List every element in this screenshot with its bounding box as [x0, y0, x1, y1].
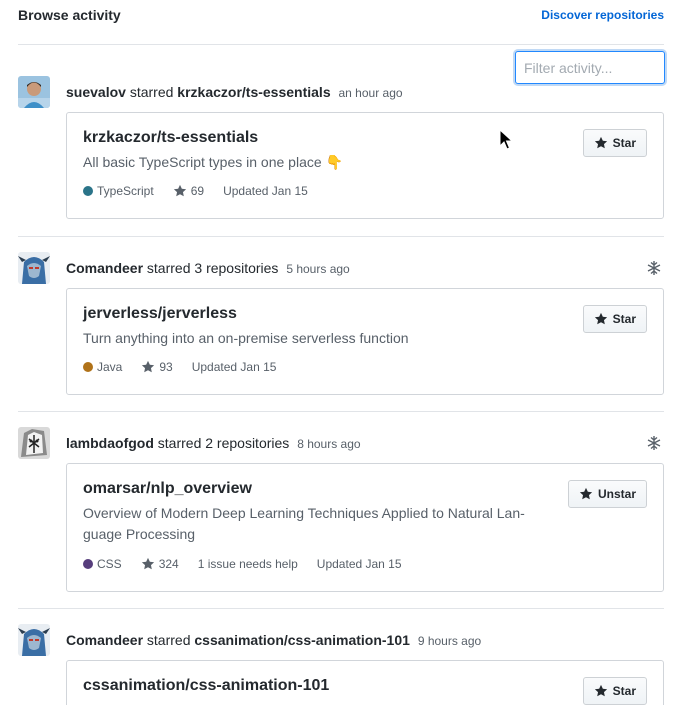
- star-icon: [142, 360, 155, 373]
- event-user-link[interactable]: Comandeer: [66, 632, 143, 648]
- event-description: suevalov starred krzkaczor/ts-essentials…: [66, 84, 403, 100]
- event-action: starred: [129, 84, 174, 100]
- repo-card: krzkaczor/ts-essentials All basic TypeSc…: [66, 112, 664, 219]
- repo-language: Java: [83, 360, 122, 374]
- event-target-link[interactable]: krzkaczor/ts-essentials: [177, 84, 330, 100]
- event-timestamp: an hour ago: [338, 86, 403, 100]
- mouse-cursor-icon: [499, 129, 513, 150]
- avatar[interactable]: [18, 624, 50, 656]
- star-icon: [141, 557, 154, 570]
- language-dot-icon: [83, 186, 93, 196]
- page-title: Browse activity: [18, 7, 121, 23]
- event-target-link: 3 repositories: [194, 260, 279, 276]
- repo-name-link[interactable]: krzkaczor/ts-essentials: [83, 129, 258, 147]
- unfold-icon[interactable]: [646, 260, 662, 276]
- event-description: Comandeer starred cssanimation/css-anima…: [66, 632, 481, 648]
- activity-event: lambdaofgod starred 2 repositories 8 hou…: [18, 423, 664, 609]
- event-timestamp: 5 hours ago: [286, 262, 350, 276]
- unfold-icon[interactable]: [646, 435, 662, 451]
- event-target-link[interactable]: cssanimation/css-animation-101: [194, 632, 410, 648]
- repo-language: CSS: [83, 557, 122, 571]
- repo-card: cssanimation/css-animation-101 Star: [66, 660, 664, 705]
- repo-name-link[interactable]: jerverless/jerverless: [83, 305, 237, 323]
- event-timestamp: 8 hours ago: [297, 437, 361, 451]
- star-icon: [173, 184, 186, 197]
- event-user-link[interactable]: suevalov: [66, 84, 126, 100]
- repo-language: TypeScript: [83, 184, 154, 198]
- star-icon: [594, 136, 607, 149]
- repo-meta: Java 93 Updated Jan 15: [83, 360, 276, 374]
- activity-header: Browse activity Discover repositories: [18, 0, 664, 45]
- event-target-link: 2 repositories: [205, 435, 290, 451]
- repo-updated: Updated Jan 15: [316, 557, 402, 571]
- star-button[interactable]: Star: [582, 677, 647, 705]
- repo-meta: TypeScript 69 Updated Jan 15: [83, 184, 308, 198]
- star-icon: [594, 312, 607, 325]
- avatar[interactable]: [18, 427, 50, 459]
- avatar[interactable]: [18, 76, 50, 108]
- event-action: starred: [146, 260, 191, 276]
- event-action: starred: [146, 632, 191, 648]
- repo-card: omarsar/nlp_overview Overview of Modern …: [66, 463, 664, 592]
- language-dot-icon: [83, 559, 93, 569]
- activity-event: Comandeer starred cssanimation/css-anima…: [18, 620, 664, 705]
- repo-name-link[interactable]: cssanimation/css-animation-101: [83, 677, 329, 695]
- repo-updated: Updated Jan 15: [191, 360, 277, 374]
- star-icon: [579, 487, 593, 500]
- star-button[interactable]: Star: [582, 305, 647, 333]
- event-timestamp: 9 hours ago: [417, 634, 482, 648]
- repo-card: jerverless/jerverless Turn anything into…: [66, 288, 664, 395]
- repo-stars[interactable]: 93: [141, 360, 173, 374]
- discover-repositories-link[interactable]: Discover repositories: [541, 8, 664, 22]
- event-user-link[interactable]: lambdaofgod: [66, 435, 154, 451]
- event-description: lambdaofgod starred 2 repositories 8 hou…: [66, 435, 361, 451]
- repo-description: All basic TypeScript types in one place …: [83, 154, 343, 170]
- event-action: starred: [157, 435, 202, 451]
- repo-description: Turn anything into an on-premise serverl…: [83, 330, 409, 346]
- event-user-link[interactable]: Comandeer: [66, 260, 143, 276]
- avatar[interactable]: [18, 252, 50, 284]
- help-wanted-issues-link[interactable]: 1 issue needs help: [198, 557, 298, 571]
- repo-name-link[interactable]: omarsar/nlp_overview: [83, 480, 252, 498]
- activity-event: suevalov starred krzkaczor/ts-essentials…: [18, 72, 664, 237]
- star-button[interactable]: Star: [582, 129, 647, 157]
- repo-stars[interactable]: 324: [141, 557, 179, 571]
- activity-event: Comandeer starred 3 repositories 5 hours…: [18, 248, 664, 412]
- repo-stars[interactable]: 69: [173, 184, 204, 198]
- repo-meta: CSS 324 1 issue needs help Updated Jan 1…: [83, 557, 402, 571]
- repo-description: Overview of Modern Deep Learning Techniq…: [83, 505, 525, 542]
- star-icon: [594, 684, 607, 697]
- language-dot-icon: [83, 362, 93, 372]
- repo-updated: Updated Jan 15: [223, 184, 308, 198]
- unstar-button[interactable]: Unstar: [567, 480, 647, 508]
- event-description: Comandeer starred 3 repositories 5 hours…: [66, 260, 350, 276]
